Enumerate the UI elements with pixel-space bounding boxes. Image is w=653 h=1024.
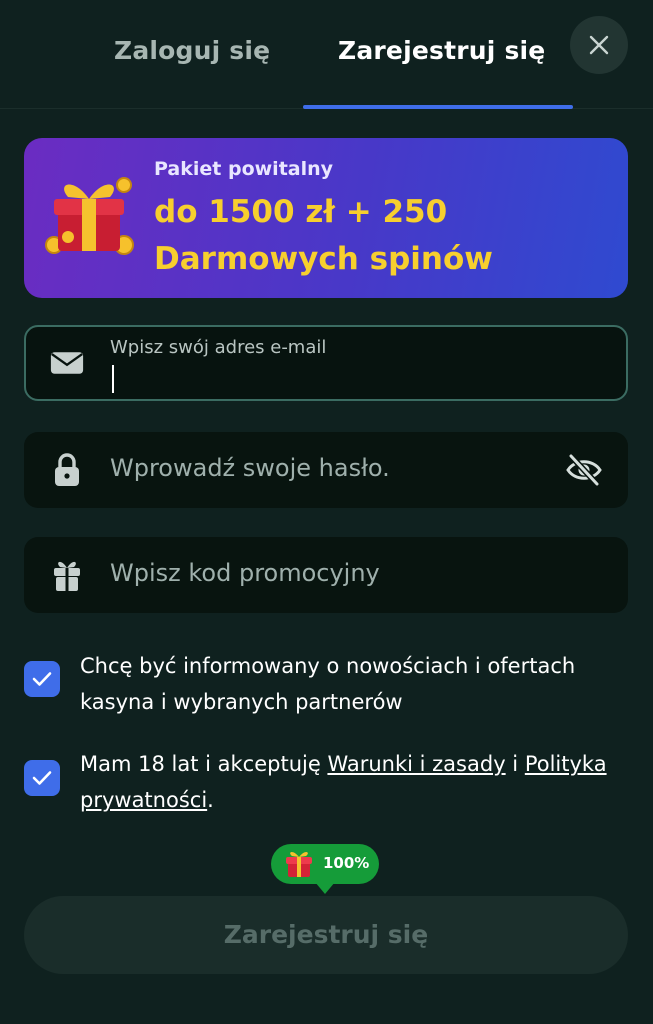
toggle-password-visibility[interactable] (564, 450, 604, 490)
age-terms-consent-text: Mam 18 lat i akceptuję Warunki i zasady … (80, 746, 640, 818)
eye-off-icon (566, 453, 602, 487)
auth-tabs: Zaloguj się Zarejestruj się (0, 0, 653, 109)
text-caret (112, 365, 114, 393)
gift-box-icon (45, 177, 134, 255)
close-button[interactable] (570, 16, 628, 74)
envelope-icon (50, 348, 84, 378)
active-tab-indicator (303, 105, 573, 109)
banner-headline-amount: do 1500 zł + 250 (154, 194, 448, 230)
newsletter-consent-text: Chcę być informowany o nowościach i ofer… (80, 654, 576, 714)
password-field[interactable]: Wprowadź swoje hasło. (24, 432, 628, 508)
age-consent-suffix: . (207, 788, 214, 812)
check-icon (32, 771, 52, 785)
registration-progress-badge: 100% (271, 844, 379, 894)
registration-modal: Zaloguj się Zarejestruj się Pakiet powit… (0, 0, 653, 1024)
email-field[interactable]: Wpisz swój adres e-mail (24, 325, 628, 401)
check-icon (32, 672, 52, 686)
password-placeholder: Wprowadź swoje hasło. (110, 454, 390, 482)
tab-login[interactable]: Zaloguj się (114, 36, 270, 65)
close-icon (589, 35, 609, 55)
age-consent-prefix: Mam 18 lat i akceptuję (80, 752, 328, 776)
age-consent-middle: i (505, 752, 525, 776)
register-submit-button[interactable]: Zarejestruj się (24, 896, 628, 974)
promo-placeholder: Wpisz kod promocyjny (110, 559, 380, 587)
welcome-bonus-banner: Pakiet powitalny do 1500 zł + 250 Darmow… (24, 138, 628, 298)
promo-code-field[interactable]: Wpisz kod promocyjny (24, 537, 628, 613)
lock-icon (50, 453, 84, 486)
tab-register[interactable]: Zarejestruj się (338, 36, 545, 65)
email-label: Wpisz swój adres e-mail (110, 337, 327, 358)
newsletter-checkbox[interactable] (24, 661, 60, 697)
email-input[interactable] (110, 363, 590, 393)
gift-box-icon (286, 851, 312, 877)
terms-link[interactable]: Warunki i zasady (327, 752, 505, 776)
progress-percent: 100% (323, 854, 370, 872)
gift-icon (50, 560, 84, 591)
banner-subtitle: Pakiet powitalny (154, 158, 334, 180)
age-terms-checkbox[interactable] (24, 760, 60, 796)
banner-headline-spins: Darmowych spinów (154, 241, 493, 277)
